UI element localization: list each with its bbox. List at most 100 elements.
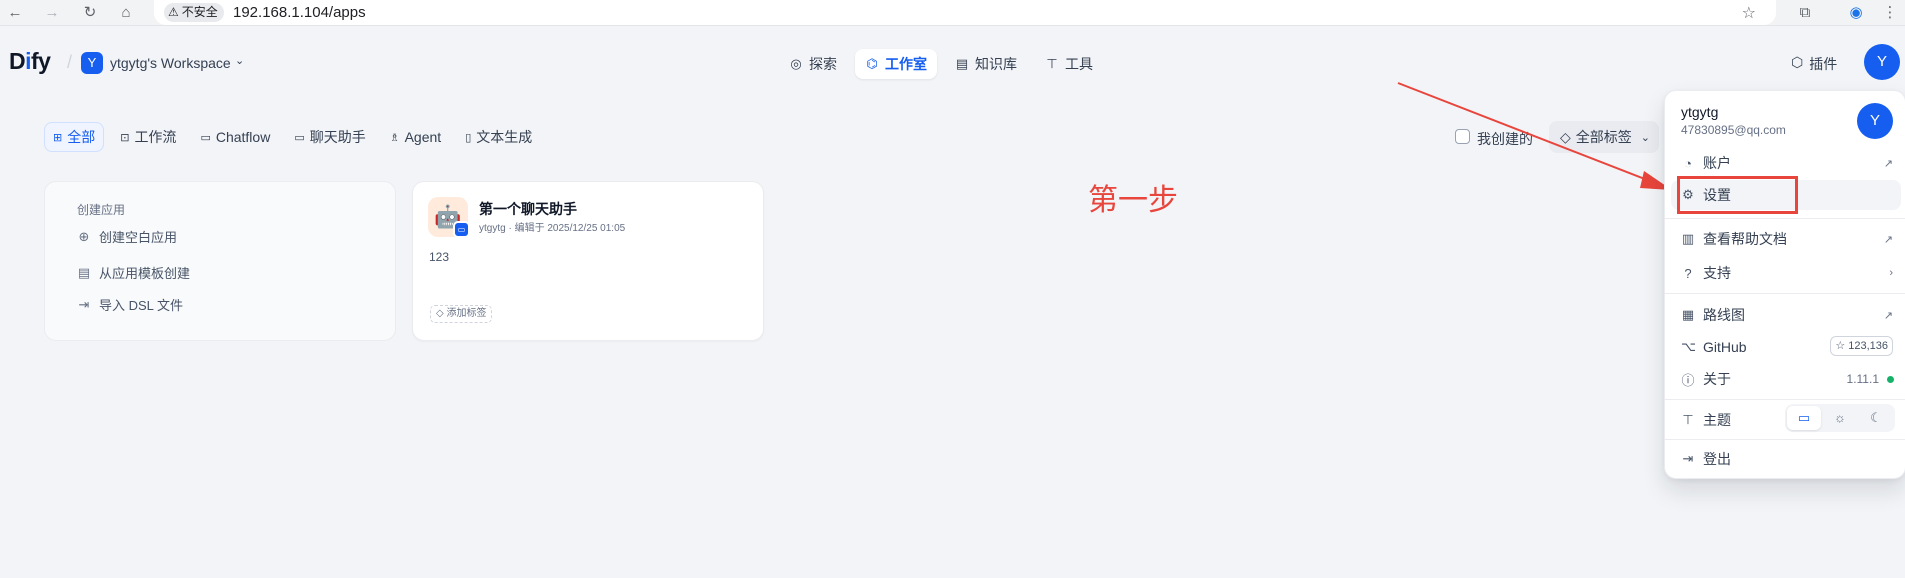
sun-icon[interactable]: ☼ <box>1823 406 1857 430</box>
tab-label: 聊天助手 <box>309 129 366 145</box>
back-icon[interactable]: ← <box>5 3 25 23</box>
warning-icon: ⚠ <box>168 5 179 19</box>
reload-icon[interactable]: ↻ <box>80 3 100 23</box>
logo-part: fy <box>31 48 51 74</box>
logout-icon: ⇥ <box>1682 451 1694 466</box>
nav-label: 工作室 <box>885 56 927 72</box>
security-label: 不安全 <box>181 5 218 19</box>
menu-github[interactable]: ⌥ GitHub ☆ 123,136 <box>1671 332 1901 362</box>
chat-bubble-icon: ▭ <box>200 131 211 144</box>
book-icon: ▤ <box>955 56 969 71</box>
workflow-icon: ⊡ <box>120 131 130 144</box>
menu-label: 主题 <box>1703 412 1731 428</box>
tab-text-generation[interactable]: ▯ 文本生成 <box>457 122 540 152</box>
menu-divider <box>1665 218 1905 219</box>
tab-label: Chatflow <box>215 129 271 145</box>
info-icon: ⓘ <box>1681 372 1695 388</box>
user-circle-icon: ◔ <box>1684 155 1692 171</box>
version-label: 1.11.1 <box>1846 372 1879 386</box>
tab-chat-assistant[interactable]: ▭ 聊天助手 <box>286 122 373 152</box>
dify-logo[interactable]: Dify <box>9 48 51 75</box>
menu-help-docs[interactable]: ▥ 查看帮助文档 ↗ <box>1671 224 1901 254</box>
monitor-icon[interactable]: ▭ <box>1787 406 1821 430</box>
agent-icon: ♗ <box>389 131 400 144</box>
menu-roadmap[interactable]: ▦ 路线图 ↗ <box>1671 300 1901 330</box>
created-by-me-checkbox[interactable] <box>1455 129 1470 144</box>
nav-studio[interactable]: ⌬ 工作室 <box>855 49 937 79</box>
menu-label: 路线图 <box>1703 307 1745 323</box>
browser-toolbar: ← → ↻ ⌂ ⚠ 不安全 192.168.1.104/apps ☆ ⧉ ◉ ⋮ <box>0 0 1905 26</box>
menu-divider <box>1665 399 1905 400</box>
map-icon: ▦ <box>1681 307 1695 322</box>
file-plus-icon: ⊕ <box>78 228 90 244</box>
extensions-icon[interactable]: ⧉ <box>1795 3 1815 23</box>
theme-switcher: ▭ ☼ ☾ <box>1785 404 1895 432</box>
tab-workflow[interactable]: ⊡ 工作流 <box>112 122 184 152</box>
status-dot <box>1887 375 1894 383</box>
forward-icon[interactable]: → <box>42 3 62 23</box>
robot-icon: ⌬ <box>866 56 878 71</box>
create-from-template[interactable]: ▤ 从应用模板创建 <box>77 263 190 282</box>
tab-label: 工作流 <box>134 129 177 145</box>
app-card[interactable]: 🤖 ▭ 第一个聊天助手 ytgytg · 编辑于 2025/12/25 01:0… <box>412 181 764 341</box>
menu-account[interactable]: ◔ 账户 ↗ <box>1671 148 1901 178</box>
import-icon: ⇥ <box>78 296 90 312</box>
menu-label: GitHub <box>1703 339 1747 355</box>
book-open-icon: ▥ <box>1681 231 1695 246</box>
app-description: 123 <box>429 250 450 264</box>
tab-agent[interactable]: ♗ Agent <box>382 122 449 152</box>
document-icon: ▯ <box>465 131 472 144</box>
menu-about[interactable]: ⓘ 关于 1.11.1 <box>1671 364 1901 394</box>
tab-label: Agent <box>404 129 442 145</box>
cube-icon: ⬡ <box>1791 54 1804 70</box>
menu-theme: ⊤ 主题 ▭ ☼ ☾ <box>1671 404 1901 435</box>
security-chip[interactable]: ⚠ 不安全 <box>164 3 224 22</box>
workspace-name[interactable]: ytgytg's Workspace <box>110 55 231 71</box>
nav-label: 知识库 <box>975 56 1017 72</box>
github-icon: ⌥ <box>1681 339 1696 354</box>
tags-filter-select[interactable]: ◇ 全部标签 ⌄ <box>1549 121 1659 153</box>
address-bar[interactable]: ⚠ 不安全 192.168.1.104/apps ☆ <box>154 0 1776 25</box>
create-app-card: 创建应用 ⊕ 创建空白应用 ▤ 从应用模板创建 ⇥ 导入 DSL 文件 <box>44 181 396 341</box>
nav-label: 探索 <box>809 56 837 72</box>
home-icon[interactable]: ⌂ <box>116 3 136 23</box>
tag-icon: ◇ <box>1560 128 1571 145</box>
moon-icon[interactable]: ☾ <box>1859 406 1893 430</box>
menu-support[interactable]: ? 支持 › <box>1671 258 1901 288</box>
created-by-me-label[interactable]: 我创建的 <box>1477 129 1533 149</box>
nav-explore[interactable]: ◎ 探索 <box>779 49 847 79</box>
tab-label: 文本生成 <box>476 129 533 145</box>
plugins-button[interactable]: ⬡ 插件 <box>1791 54 1837 74</box>
user-avatar[interactable]: Y <box>1864 44 1900 80</box>
add-tag-button[interactable]: ◇ 添加标签 <box>430 305 493 323</box>
create-blank-app[interactable]: ⊕ 创建空白应用 <box>77 227 177 246</box>
hammer-icon: ⊤ <box>1046 56 1058 71</box>
shirt-icon: ⊤ <box>1682 412 1694 427</box>
menu-label: 查看帮助文档 <box>1703 231 1787 247</box>
add-tag-label: 添加标签 <box>446 308 487 319</box>
workspace-badge[interactable]: Y <box>81 52 103 74</box>
github-stars-badge: ☆ 123,136 <box>1830 336 1893 356</box>
chat-badge-icon: ▭ <box>453 221 470 238</box>
menu-username: ytgytg <box>1681 104 1719 120</box>
app-meta: ytgytg · 编辑于 2025/12/25 01:05 <box>479 223 626 234</box>
external-link-icon: ↗ <box>1883 157 1893 170</box>
url-text[interactable]: 192.168.1.104/apps <box>233 4 366 21</box>
chevron-down-icon[interactable]: ⌄ <box>235 54 244 67</box>
message-icon: ▭ <box>294 131 305 144</box>
nav-tools[interactable]: ⊤ 工具 <box>1035 49 1103 79</box>
import-dsl-file[interactable]: ⇥ 导入 DSL 文件 <box>77 295 183 314</box>
external-link-icon: ↗ <box>1883 233 1893 246</box>
bookmark-star-icon[interactable]: ☆ <box>1742 3 1756 23</box>
tab-chatflow[interactable]: ▭ Chatflow <box>192 122 278 152</box>
app-type-tabs: ⊞ 全部 ⊡ 工作流 ▭ Chatflow ▭ 聊天助手 ♗ Agent ▯ 文本生成 <box>44 122 540 152</box>
browser-menu-icon[interactable]: ⋮ <box>1880 3 1900 23</box>
app-header: Dify / Y ytgytg's Workspace ⌄ ◎ 探索 ⌬ 工作室… <box>0 26 1905 90</box>
menu-email: 47830895@qq.com <box>1681 123 1786 137</box>
nav-knowledge[interactable]: ▤ 知识库 <box>945 49 1027 79</box>
profile-icon[interactable]: ◉ <box>1846 3 1866 23</box>
menu-logout[interactable]: ⇥ 登出 <box>1671 444 1901 474</box>
tab-all[interactable]: ⊞ 全部 <box>44 122 105 152</box>
app-name: 第一个聊天助手 <box>479 201 577 217</box>
logo-part: D <box>9 48 26 74</box>
